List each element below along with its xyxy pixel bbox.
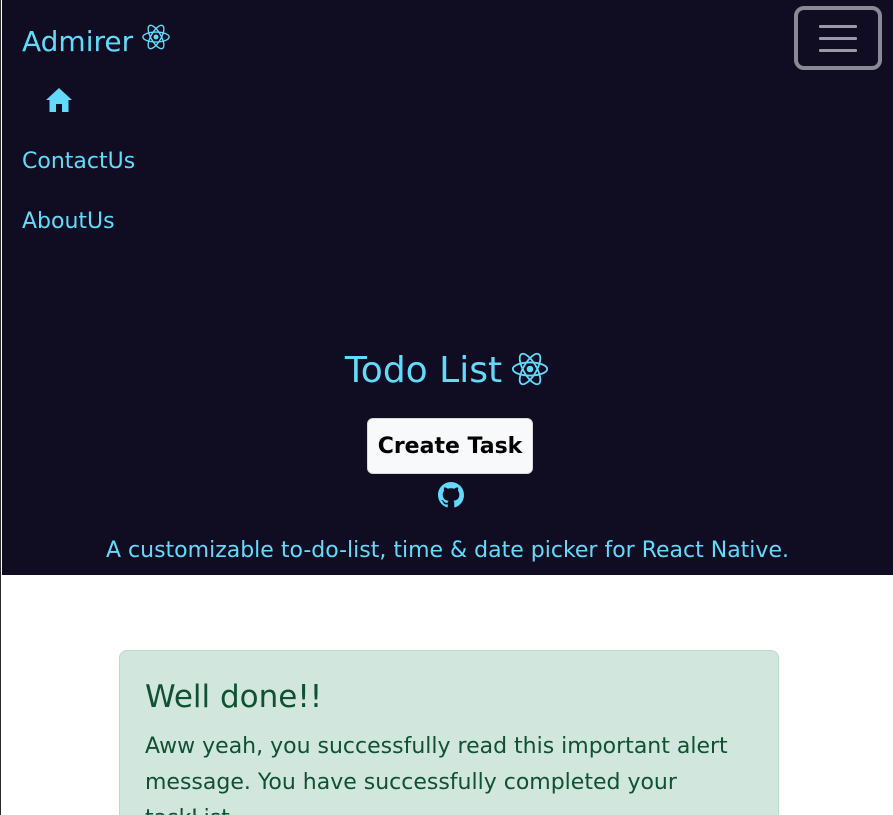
brand-label: Admirer (22, 25, 134, 58)
hamburger-menu-icon (819, 24, 857, 28)
nav-home-link[interactable] (44, 88, 74, 116)
react-logo-icon (510, 351, 550, 391)
page-title-text: Todo List (344, 350, 503, 391)
navbar-toggler-button[interactable] (794, 6, 882, 70)
hero-section: Admirer ContactUs AboutUs Todo List Crea… (2, 0, 893, 575)
nav-link-about[interactable]: AboutUs (22, 209, 115, 234)
success-alert: Well done!! Aww yeah, you successfully r… (119, 650, 779, 815)
alert-message: Aww yeah, you successfully read this imp… (145, 734, 728, 815)
navbar-brand[interactable]: Admirer (22, 22, 171, 62)
create-task-button[interactable]: Create Task (367, 418, 533, 474)
github-icon (438, 482, 464, 512)
page-title: Todo List (2, 350, 893, 391)
hamburger-bar (819, 48, 857, 52)
left-border (0, 0, 1, 815)
hamburger-bar (819, 36, 857, 40)
tagline: A customizable to-do-list, time & date p… (106, 538, 789, 563)
page: Admirer ContactUs AboutUs Todo List Crea… (0, 0, 893, 815)
home-icon (45, 87, 73, 117)
nav-link-contact[interactable]: ContactUs (22, 149, 135, 174)
react-logo-icon (141, 22, 171, 62)
alert-heading: Well done!! (145, 679, 323, 715)
github-link[interactable] (438, 482, 464, 508)
